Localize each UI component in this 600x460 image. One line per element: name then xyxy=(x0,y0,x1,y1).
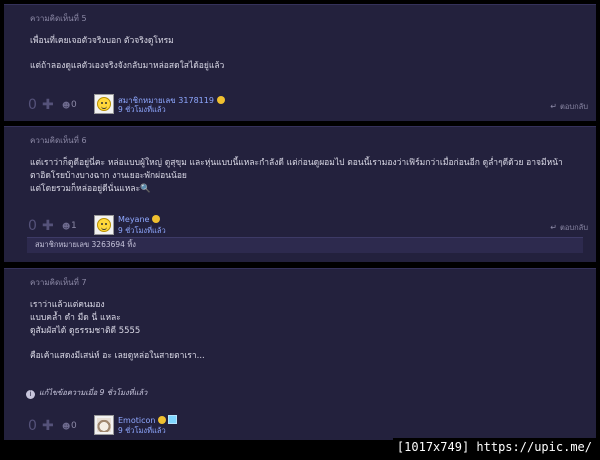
avatar[interactable] xyxy=(94,94,114,114)
edit-info-icon: i xyxy=(26,390,35,399)
username-link[interactable]: Emoticon xyxy=(118,416,155,425)
username-link[interactable]: Meyane xyxy=(118,215,149,224)
member-badge-icon xyxy=(216,96,225,104)
comment-page: ความคิดเห็นที่ 5 เพื่อนที่เคยเจอตัวจริงบ… xyxy=(0,0,600,460)
comment-body: เพื่อนที่เคยเจอตัวจริงบอก ตัวจริงดูโทรม … xyxy=(30,35,224,73)
comment-line: แต่เราว่าก็ดูดีอยู่นี่คะ หล่อแบบผู้ใหญ่ … xyxy=(30,158,563,168)
comment-line: แต่ถ้าลองดูแลตัวเองจริงจังกลับมาหล่อสดใส… xyxy=(30,61,225,71)
plus-vote-icon[interactable]: ✚ xyxy=(42,218,54,234)
avatar[interactable] xyxy=(94,415,114,435)
comment-line: ดูสัมผัสได้ ดูธรรมชาติดี 5555 xyxy=(30,326,141,336)
comment-number: ความคิดเห็นที่ 6 xyxy=(30,136,87,145)
emotion-count: 1 xyxy=(71,221,77,231)
comment-line: แต่โดยรวมก็หล่ออยู่ดีนั่นแหละ🔍 xyxy=(30,184,151,194)
cat-avatar-icon xyxy=(97,418,111,432)
comment-card: ความคิดเห็นที่ 7 เราว่าแล้วแต่คนมอง แบบค… xyxy=(4,268,596,440)
comment-body: เราว่าแล้วแต่คนมอง แบบคล้ำ ดำ มืด นี่ แห… xyxy=(30,299,205,363)
plus-vote-icon[interactable]: ✚ xyxy=(42,418,54,434)
reply-button[interactable]: ↵ ตอบกลับ xyxy=(550,222,588,234)
emotion-count: 0 xyxy=(71,100,77,110)
avatar[interactable] xyxy=(94,215,114,235)
comment-footer: 0 ✚ ☻ 0 สมาชิกหมายเลข 3178119 9 ชั่วโมงท… xyxy=(28,94,588,120)
smiley-icon xyxy=(97,218,111,232)
comment-body: แต่เราว่าก็ดูดีอยู่นี่คะ หล่อแบบผู้ใหญ่ … xyxy=(30,157,563,196)
vote-count[interactable]: 0 xyxy=(28,218,37,234)
comment-line: ตาอิดโรยบ้างบางฉาก งานเยอะพักผ่อนน้อย xyxy=(30,171,187,181)
edited-note: i แก้ไขข้อความเมื่อ 9 ชั่วโมงที่แล้ว xyxy=(26,387,147,399)
comment-line: เราว่าแล้วแต่คนมอง xyxy=(30,300,105,310)
post-time: 9 ชั่วโมงที่แล้ว xyxy=(118,105,166,114)
member-badge-icon xyxy=(158,416,167,424)
post-time: 9 ชั่วโมงที่แล้ว xyxy=(118,426,166,435)
comment-number: ความคิดเห็นที่ 7 xyxy=(30,278,87,287)
emotion-icon[interactable]: ☻ xyxy=(62,101,70,110)
emotion-icon[interactable]: ☻ xyxy=(62,422,70,431)
reply-icon: ↵ xyxy=(550,102,557,111)
comment-line: คือเค้าแสดงมีเสน่ห์ อะ เลยดูหล่อในสายตาเ… xyxy=(30,351,205,361)
comment-number: ความคิดเห็นที่ 5 xyxy=(30,14,87,23)
vote-count[interactable]: 0 xyxy=(28,418,37,434)
verified-icon xyxy=(168,415,178,424)
vote-count[interactable]: 0 xyxy=(28,97,37,113)
reply-icon: ↵ xyxy=(550,223,557,232)
nested-reply[interactable]: สมาชิกหมายเลข 3263694 ทิ้ง xyxy=(27,237,583,253)
reply-button[interactable]: ↵ ตอบกลับ xyxy=(550,101,588,113)
plus-vote-icon[interactable]: ✚ xyxy=(42,97,54,113)
comment-line: เพื่อนที่เคยเจอตัวจริงบอก ตัวจริงดูโทรม xyxy=(30,36,174,46)
emotion-count: 0 xyxy=(71,421,77,431)
emotion-icon[interactable]: ☻ xyxy=(62,222,70,231)
comment-line: แบบคล้ำ ดำ มืด นี่ แหละ xyxy=(30,313,121,323)
post-time: 9 ชั่วโมงที่แล้ว xyxy=(118,226,166,235)
comment-card: ความคิดเห็นที่ 5 เพื่อนที่เคยเจอตัวจริงบ… xyxy=(4,4,596,121)
member-badge-icon xyxy=(152,215,161,223)
smiley-icon xyxy=(97,97,111,111)
nested-reply-text: สมาชิกหมายเลข 3263694 ทิ้ง xyxy=(35,240,136,249)
watermark: [1017x749] https://upic.me/ xyxy=(392,438,596,456)
